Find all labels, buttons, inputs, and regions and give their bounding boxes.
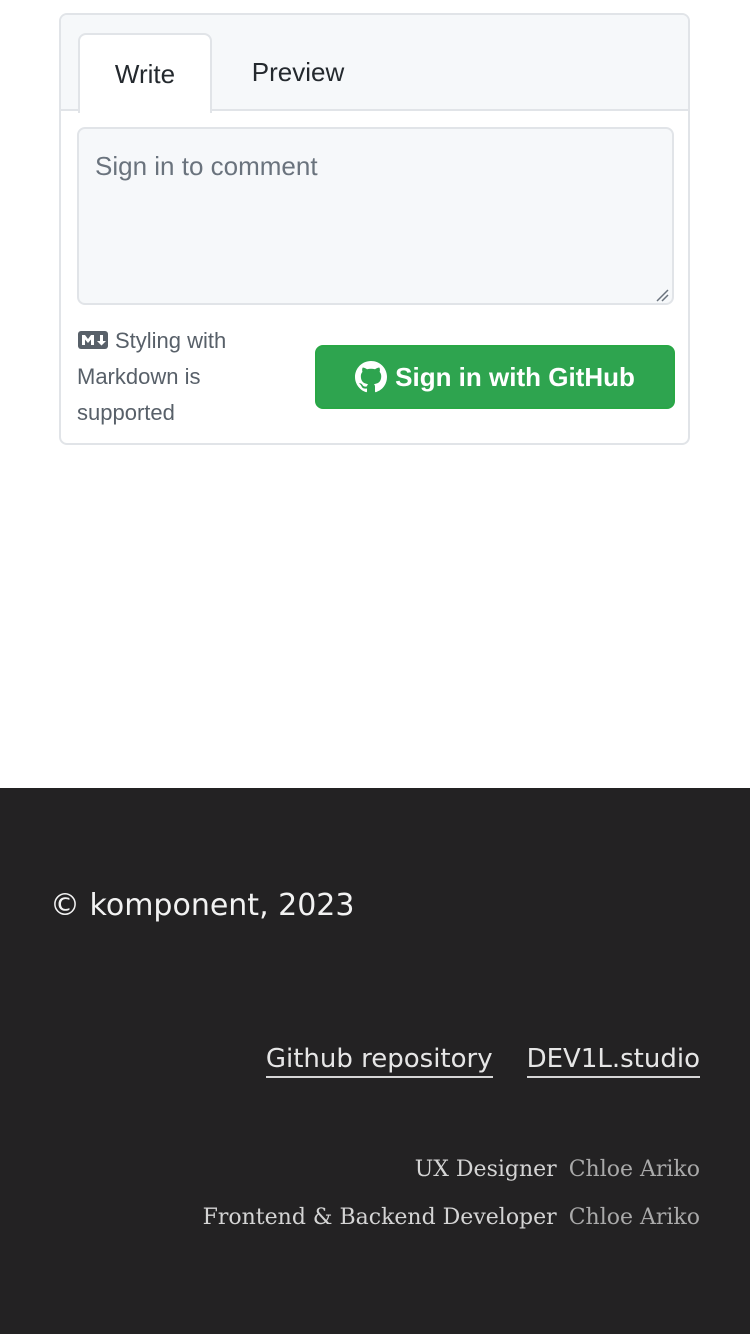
credit-name: Chloe Ariko [568,1205,700,1230]
footer: © komponent, 2023 Github repository DEV1… [0,788,750,1334]
github-repository-link[interactable]: Github repository [265,1044,493,1078]
credit-row: Frontend & Backend Developer Chloe Ariko [203,1202,700,1250]
markdown-support-note: Styling with Markdown is supported [77,323,277,431]
tab-bar: Write Preview [61,15,688,113]
github-icon [355,361,388,393]
markdown-icon [78,331,108,349]
comment-input[interactable] [77,127,674,305]
credit-row: UX Designer Chloe Ariko [203,1154,700,1202]
comment-widget: Write Preview Styling with Markdown is s… [59,13,690,445]
credit-role: Frontend & Backend Developer [202,1205,557,1230]
copyright-text: © komponent, 2023 [50,888,355,923]
footer-links: Github repository DEV1L.studio [265,1044,700,1078]
resize-handle-icon[interactable] [655,288,669,302]
sign-in-button-label: Sign in with GitHub [395,361,635,392]
credit-name: Chloe Ariko [568,1157,700,1182]
tab-preview[interactable]: Preview [231,33,365,111]
tab-write[interactable]: Write [78,33,212,113]
page: Write Preview Styling with Markdown is s… [0,0,750,1334]
credit-role: UX Designer [414,1157,557,1182]
dev1l-studio-link[interactable]: DEV1L.studio [526,1044,700,1078]
credits: UX Designer Chloe Ariko Frontend & Backen… [203,1154,700,1250]
sign-in-with-github-button[interactable]: Sign in with GitHub [315,345,675,409]
